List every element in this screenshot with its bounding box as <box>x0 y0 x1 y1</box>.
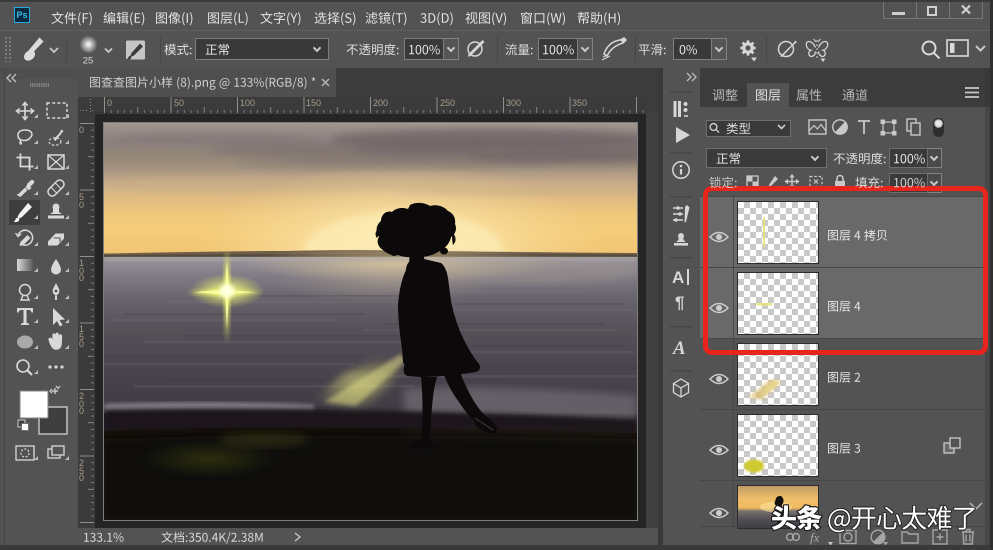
svg-text:25: 25 <box>83 56 94 67</box>
svg-text:¶: ¶ <box>675 293 684 312</box>
svg-text:A: A <box>672 268 684 287</box>
svg-text:A: A <box>672 338 686 359</box>
